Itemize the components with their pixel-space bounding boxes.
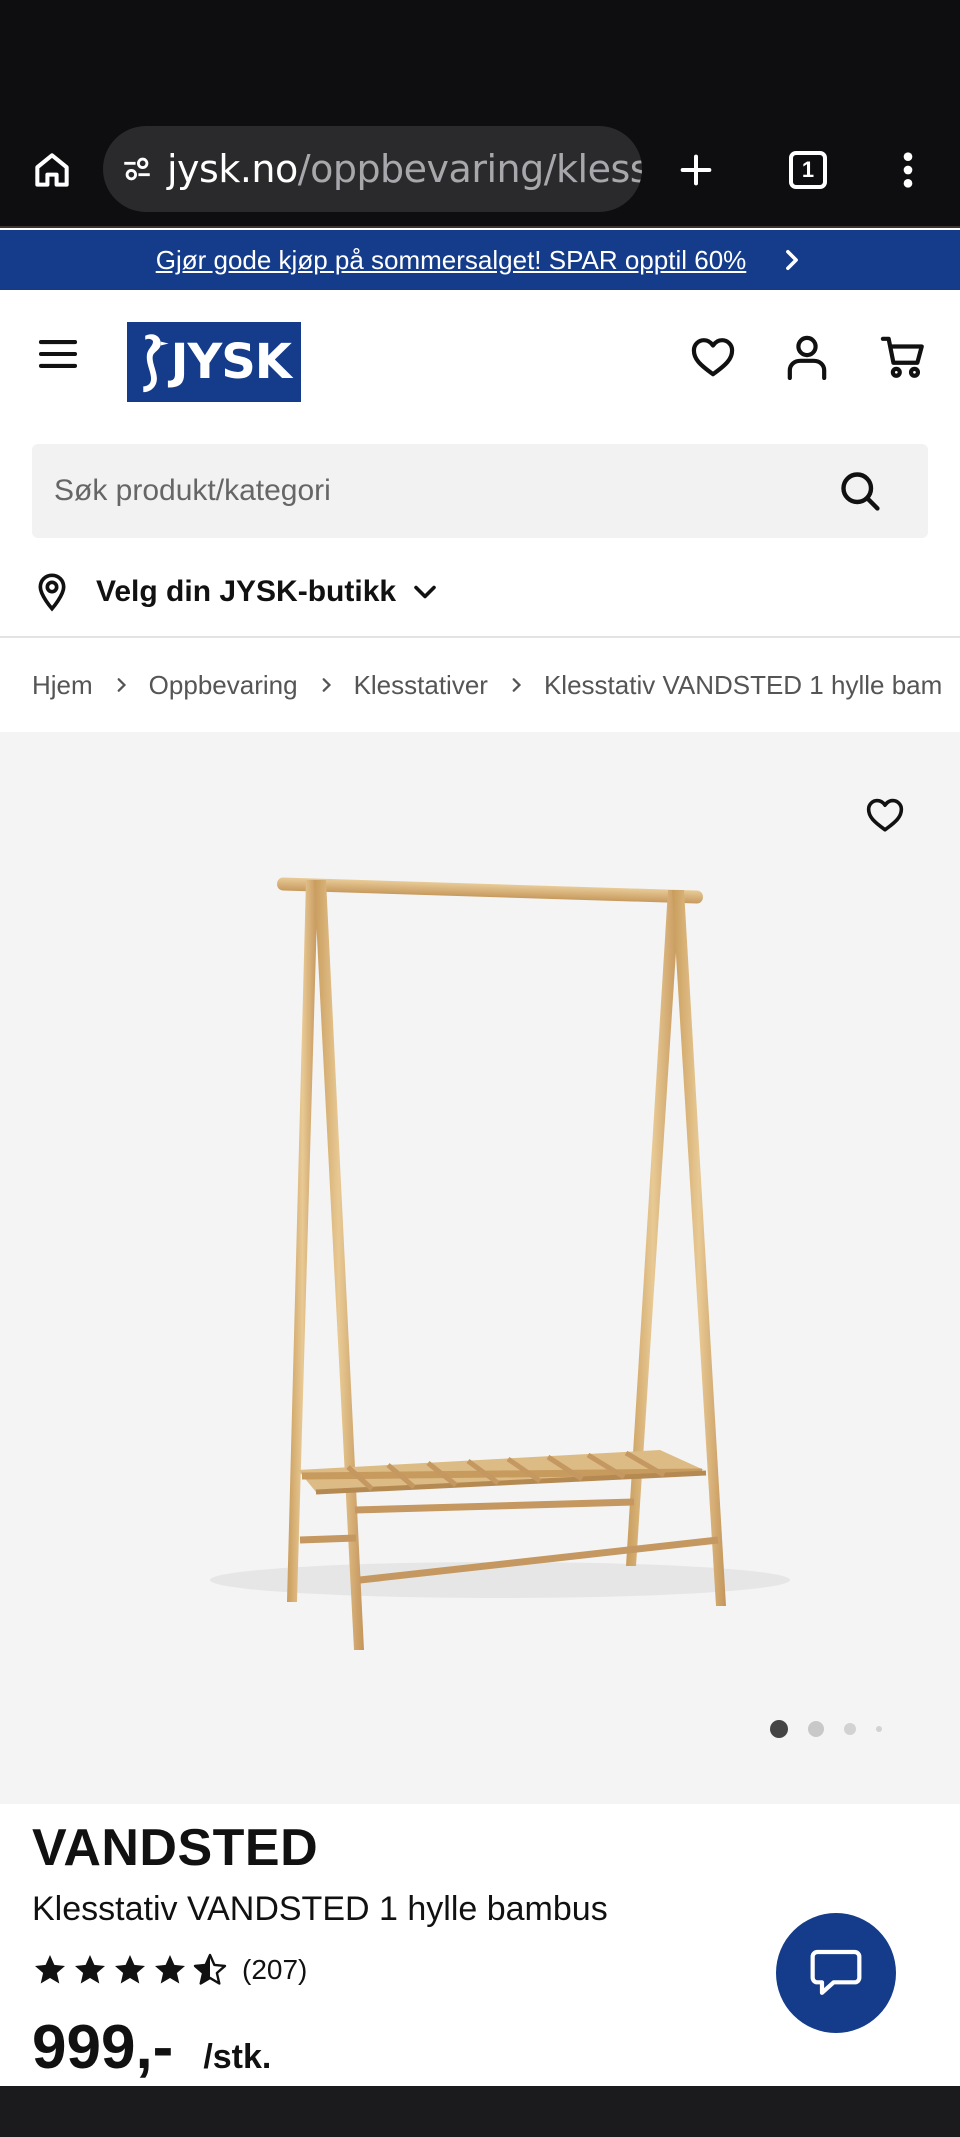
location-pin-icon xyxy=(32,570,72,614)
product-image xyxy=(210,877,790,1650)
gallery-dot[interactable] xyxy=(844,1723,856,1735)
url-host: jysk.no xyxy=(167,147,298,191)
search-bar xyxy=(32,444,928,538)
url-text: jysk.no/oppbevaring/klesst xyxy=(167,147,642,191)
breadcrumb-home[interactable]: Hjem xyxy=(32,670,93,701)
status-bar xyxy=(0,0,960,110)
search-input[interactable] xyxy=(54,474,814,508)
breadcrumb: Hjem Oppbevaring Klesstativer Klesstativ… xyxy=(32,660,960,710)
more-vertical-icon xyxy=(903,152,913,188)
chevron-down-icon xyxy=(410,577,440,607)
site-header: JYSK xyxy=(0,290,960,430)
chat-bubble-icon xyxy=(810,1949,862,1995)
star-icon xyxy=(155,1955,185,1984)
chat-button[interactable] xyxy=(776,1913,896,2033)
heart-icon xyxy=(866,798,904,832)
new-tab-button[interactable] xyxy=(668,142,724,198)
tab-switcher-button[interactable]: 1 xyxy=(780,142,836,198)
wishlist-button[interactable] xyxy=(686,330,740,384)
tab-count: 1 xyxy=(789,151,827,189)
product-brand: VANDSTED xyxy=(32,1819,319,1877)
hamburger-icon xyxy=(38,340,78,368)
search-button[interactable] xyxy=(836,467,884,515)
url-path: /oppbevaring/klesst xyxy=(297,147,642,191)
user-icon xyxy=(787,335,827,380)
chevron-right-icon xyxy=(506,675,526,695)
star-icon xyxy=(115,1955,145,1984)
product-price: 999,- xyxy=(32,2013,174,2082)
store-selector[interactable]: Velg din JYSK-butikk xyxy=(32,560,440,624)
browser-menu-button[interactable] xyxy=(880,142,936,198)
goose-logo-icon xyxy=(143,334,169,393)
chevron-right-icon xyxy=(111,675,131,695)
home-button[interactable] xyxy=(24,142,80,198)
breadcrumb-clothes-racks[interactable]: Klesstativer xyxy=(354,670,488,701)
promo-link[interactable]: Gjør gode kjøp på sommersalget! SPAR opp… xyxy=(156,245,747,276)
add-to-wishlist-button[interactable] xyxy=(862,792,908,838)
logo-text: JYSK xyxy=(170,334,292,390)
breadcrumb-current: Klesstativ VANDSTED 1 hylle bam xyxy=(543,669,943,700)
rating-count: (207) xyxy=(242,1954,308,1985)
star-icon xyxy=(35,1955,65,1984)
address-bar[interactable]: jysk.no/oppbevaring/klesst xyxy=(103,126,642,212)
system-navigation-bar xyxy=(0,2086,960,2137)
breadcrumb-storage[interactable]: Oppbevaring xyxy=(149,670,298,701)
gallery-pagination xyxy=(770,1717,902,1741)
gallery-dot[interactable] xyxy=(876,1726,882,1732)
product-rating[interactable]: (207) xyxy=(32,1950,307,1990)
menu-button[interactable] xyxy=(32,328,84,380)
search-icon xyxy=(841,472,880,511)
cart-button[interactable] xyxy=(876,330,930,384)
star-half-icon xyxy=(193,1953,227,1985)
product-title: Klesstativ VANDSTED 1 hylle bambus xyxy=(32,1890,608,1928)
store-selector-label: Velg din JYSK-butikk xyxy=(96,575,397,608)
jysk-logo[interactable]: JYSK xyxy=(127,322,301,402)
plus-icon xyxy=(680,154,712,186)
account-button[interactable] xyxy=(780,330,834,384)
star-icon xyxy=(75,1955,105,1984)
price-unit: /stk. xyxy=(203,2038,272,2076)
home-icon xyxy=(35,153,69,187)
cart-icon xyxy=(880,336,924,378)
gallery-dot-active[interactable] xyxy=(770,1720,788,1738)
chevron-right-icon xyxy=(780,248,804,272)
site-settings-icon[interactable] xyxy=(117,149,157,189)
price-row: 999,- /stk. xyxy=(32,2012,271,2082)
divider xyxy=(0,636,960,638)
product-gallery[interactable] xyxy=(0,732,960,1804)
chevron-right-icon xyxy=(316,675,336,695)
promo-banner[interactable]: Gjør gode kjøp på sommersalget! SPAR opp… xyxy=(0,230,960,290)
heart-icon xyxy=(691,338,735,377)
browser-toolbar: jysk.no/oppbevaring/klesst 1 xyxy=(0,110,960,228)
gallery-dot[interactable] xyxy=(808,1721,824,1737)
